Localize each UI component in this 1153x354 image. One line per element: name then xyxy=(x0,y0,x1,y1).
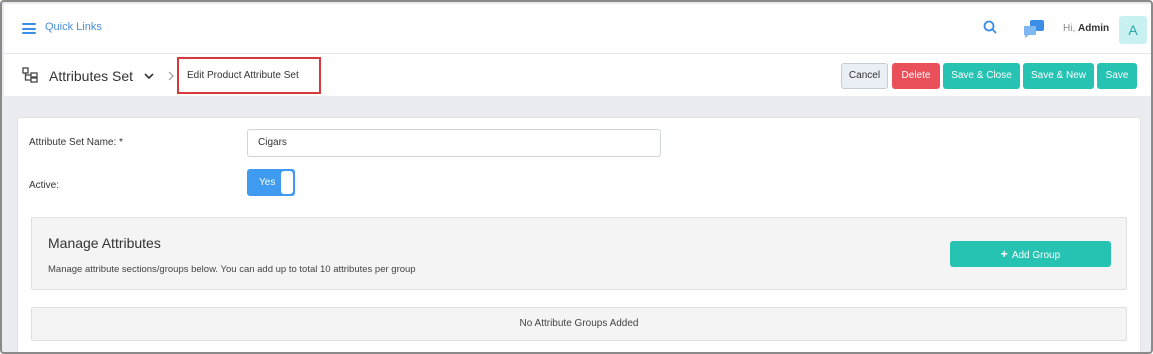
avatar[interactable]: A xyxy=(1119,16,1147,44)
add-group-label: Add Group xyxy=(1011,250,1061,261)
save-close-button[interactable]: Save & Close xyxy=(943,63,1020,89)
toggle-knob xyxy=(281,171,293,194)
user-greeting: Hi, Admin xyxy=(1063,23,1109,34)
hierarchy-icon xyxy=(22,67,38,83)
search-icon[interactable] xyxy=(983,20,997,34)
save-new-button[interactable]: Save & New xyxy=(1023,63,1094,89)
chevron-down-icon[interactable] xyxy=(144,72,154,80)
attribute-set-name-label: Attribute Set Name: * xyxy=(29,137,123,148)
save-button[interactable]: Save xyxy=(1097,63,1137,89)
quick-links-link[interactable]: Quick Links xyxy=(45,21,102,33)
empty-groups-message: No Attribute Groups Added xyxy=(31,307,1127,341)
active-toggle[interactable]: Yes xyxy=(247,169,295,196)
delete-button[interactable]: Delete xyxy=(892,63,940,89)
manage-attributes-title: Manage Attributes xyxy=(48,235,161,251)
greeting-prefix: Hi, xyxy=(1063,23,1076,34)
title-bar: Attributes Set Edit Product Attribute Se… xyxy=(4,54,1151,96)
user-name: Admin xyxy=(1078,23,1110,34)
breadcrumb-current: Edit Product Attribute Set xyxy=(187,70,299,81)
active-toggle-label: Yes xyxy=(259,177,276,188)
cancel-button[interactable]: Cancel xyxy=(841,63,888,89)
add-group-button[interactable]: + Add Group xyxy=(950,241,1111,267)
chevron-right-icon xyxy=(168,71,174,81)
chat-icon[interactable] xyxy=(1023,19,1045,39)
page-title: Attributes Set xyxy=(49,68,134,84)
plus-icon: + xyxy=(1000,247,1008,261)
manage-attributes-panel: Manage Attributes Manage attribute secti… xyxy=(31,217,1127,290)
app-window: Quick Links Hi, Admin A Attributes Set E… xyxy=(0,0,1153,354)
menu-icon[interactable] xyxy=(22,23,36,34)
active-label: Active: xyxy=(29,180,60,191)
attribute-set-name-input[interactable]: Cigars xyxy=(247,129,661,157)
top-bar: Quick Links Hi, Admin A xyxy=(4,4,1151,54)
manage-attributes-description: Manage attribute sections/groups below. … xyxy=(48,264,416,275)
